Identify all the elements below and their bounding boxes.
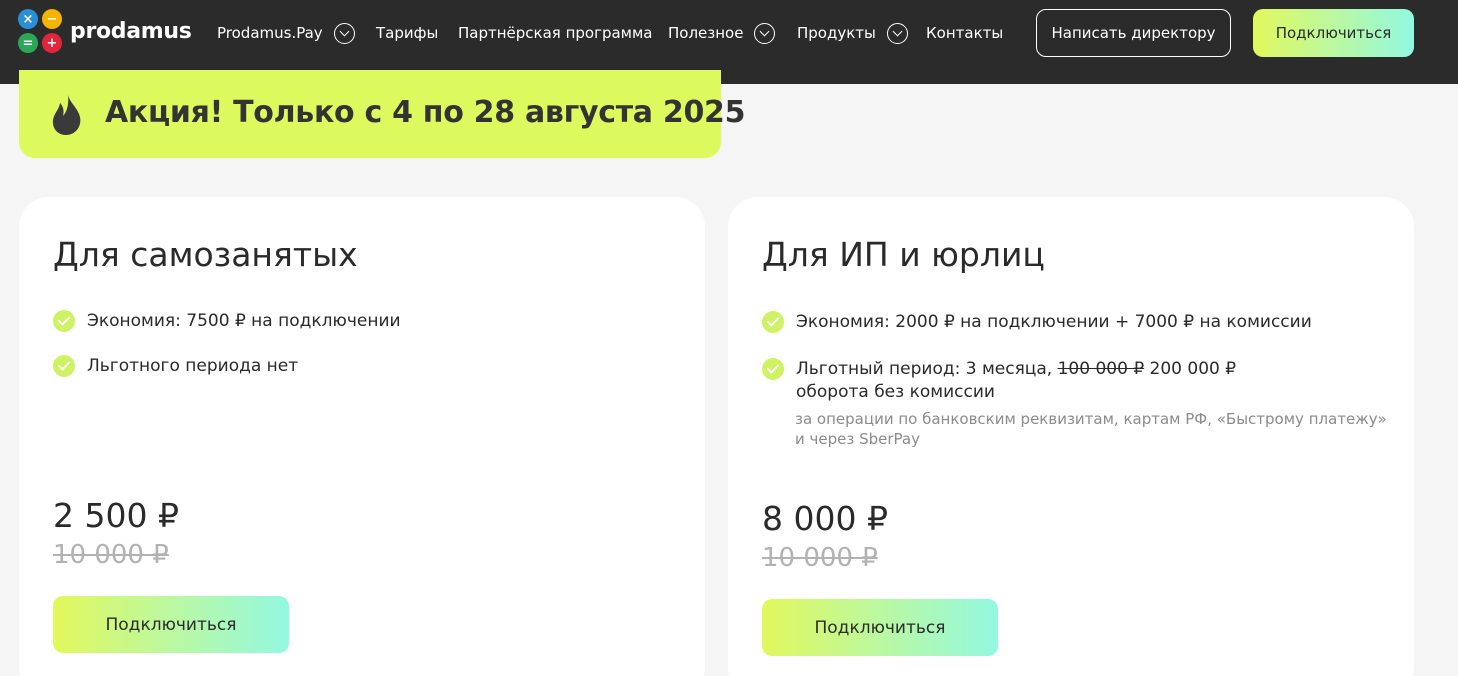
feature-text: Льготный период: 3 месяца, 100 000 ₽ 200…	[796, 358, 1236, 404]
check-icon	[762, 358, 784, 380]
feature-note: за операции по банковским реквизитам, ка…	[795, 409, 1387, 449]
nav-item-products[interactable]: Продукты	[797, 21, 908, 45]
check-icon	[53, 355, 75, 377]
old-price: 10 000 ₽	[762, 543, 878, 573]
logo-equals-icon: =	[18, 33, 38, 53]
old-price: 10 000 ₽	[53, 540, 169, 570]
logo-mark: × − = +	[18, 9, 62, 53]
nav-item-tariffs[interactable]: Тарифы	[376, 21, 438, 45]
nav-item-label: Партнёрская программа	[458, 24, 653, 42]
feature-note-line2: и через SberPay	[795, 430, 920, 448]
tariff-card-business: Для ИП и юрлиц Экономия: 2000 ₽ на подкл…	[728, 197, 1414, 676]
nav-item-useful[interactable]: Полезное	[668, 21, 776, 45]
old-turnover: 100 000 ₽	[1057, 359, 1145, 379]
nav-item-label: Контакты	[926, 24, 1004, 42]
card-title: Для самозанятых	[53, 235, 358, 274]
nav-item-label: Продукты	[797, 24, 876, 42]
feature-item: Экономия: 2000 ₽ на подключении + 7000 ₽…	[762, 311, 1312, 334]
price: 8 000 ₽	[762, 499, 888, 538]
logo[interactable]: × − = + prodamus	[18, 9, 192, 53]
grace-period-prefix: Льготный период: 3 месяца,	[796, 359, 1058, 379]
logo-multiply-icon: ×	[18, 9, 38, 29]
promo-text: Акция! Только с 4 по 28 августа 2025	[105, 95, 746, 130]
feature-text: Экономия: 2000 ₽ на подключении + 7000 ₽…	[796, 312, 1312, 332]
logo-minus-icon: −	[42, 9, 62, 29]
nav-item-label: Полезное	[668, 24, 744, 42]
feature-item: Льготного периода нет	[53, 355, 298, 378]
nav-item-partner-program[interactable]: Партнёрская программа	[458, 21, 653, 45]
logo-plus-icon: +	[42, 33, 62, 53]
check-icon	[53, 310, 75, 332]
new-turnover: 200 000 ₽	[1144, 359, 1237, 379]
logo-text: prodamus	[70, 18, 192, 44]
check-icon	[762, 311, 784, 333]
promo-banner: Акция! Только с 4 по 28 августа 2025	[19, 70, 746, 158]
write-director-button[interactable]: Написать директору	[1036, 9, 1231, 57]
tariff-card-self-employed: Для самозанятых Экономия: 7500 ₽ на подк…	[19, 197, 705, 676]
nav-item-label: Prodamus.Pay	[217, 24, 323, 42]
feature-text: Экономия: 7500 ₽ на подключении	[87, 311, 401, 331]
connect-button-business[interactable]: Подключиться	[762, 599, 998, 656]
chevron-down-icon	[754, 22, 776, 44]
header-connect-button[interactable]: Подключиться	[1253, 9, 1414, 57]
nav-item-contacts[interactable]: Контакты	[926, 21, 1003, 45]
card-title: Для ИП и юрлиц	[762, 235, 1045, 274]
fire-icon	[51, 94, 83, 140]
nav-item-prodamus-pay[interactable]: Prodamus.Pay	[217, 21, 355, 45]
chevron-down-icon	[886, 22, 908, 44]
feature-item: Льготный период: 3 месяца, 100 000 ₽ 200…	[762, 358, 1236, 404]
nav-item-label: Тарифы	[376, 24, 439, 42]
price: 2 500 ₽	[53, 496, 179, 535]
feature-note-line1: за операции по банковским реквизитам, ка…	[795, 410, 1387, 428]
feature-text: Льготного периода нет	[87, 356, 299, 376]
grace-period-line2: оборота без комиссии	[796, 382, 995, 402]
feature-item: Экономия: 7500 ₽ на подключении	[53, 310, 401, 333]
connect-button-self-employed[interactable]: Подключиться	[53, 596, 289, 653]
chevron-down-icon	[333, 22, 355, 44]
